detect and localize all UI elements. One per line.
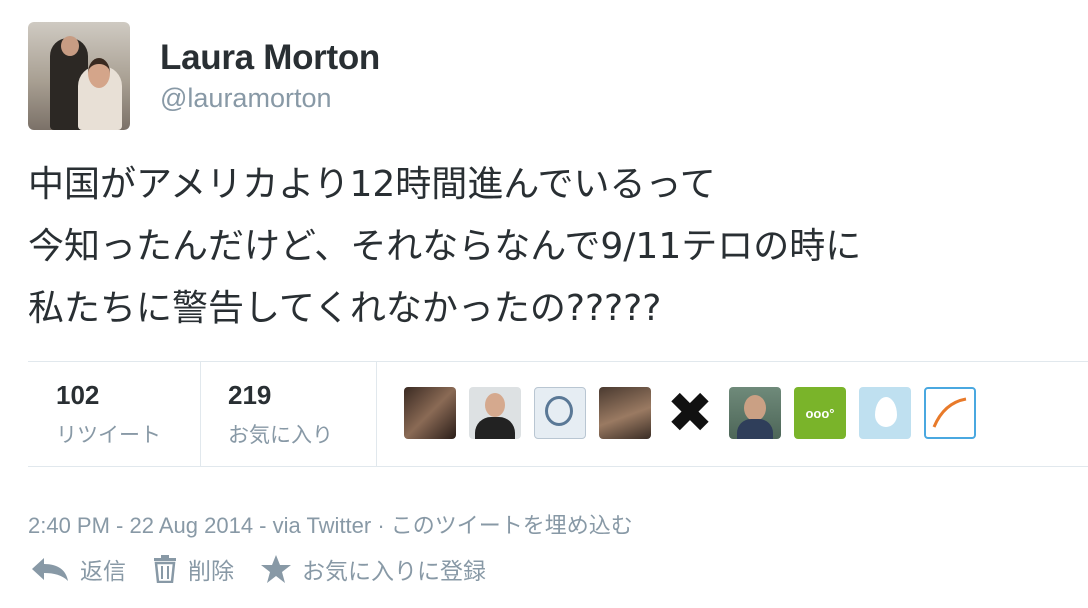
reply-label: 返信 bbox=[80, 559, 126, 585]
user-avatar-1[interactable] bbox=[404, 387, 456, 439]
favorites-label: お気に入り bbox=[228, 423, 333, 447]
egg-avatar[interactable] bbox=[859, 387, 911, 439]
retweets-count: 102 bbox=[56, 380, 100, 410]
avatar-head-right bbox=[88, 58, 110, 88]
tweet-line: 私たちに警告してくれなかったの????? bbox=[28, 288, 662, 329]
tweet-line: 今知ったんだけど、それならなんで9/11テロの時に bbox=[28, 226, 862, 267]
stats-bottom-divider bbox=[28, 466, 1088, 467]
delete-button[interactable]: 削除 bbox=[152, 552, 234, 586]
tweet-line: 中国がアメリカより12時間進んでいるって bbox=[28, 164, 716, 205]
user-avatar-3[interactable] bbox=[534, 387, 586, 439]
user-avatar-5[interactable]: ✖ bbox=[664, 387, 716, 439]
tweet-actions: 返信 削除 お気に入りに登録 bbox=[30, 552, 486, 586]
stats-separator bbox=[376, 362, 377, 466]
avatar-head-left bbox=[61, 36, 79, 56]
favorites-stat[interactable]: 219 お気に入り bbox=[228, 380, 333, 449]
retweets-label: リツイート bbox=[56, 423, 161, 447]
tweet-text: 中国がアメリカより12時間進んでいるって 今知ったんだけど、それならなんで9/1… bbox=[28, 154, 1068, 340]
delete-label: 削除 bbox=[188, 559, 234, 585]
favoriters-list: ✖ ooo° bbox=[404, 387, 976, 439]
tweet-metadata: 2:40 PM - 22 Aug 2014 - via Twitter · この… bbox=[28, 508, 633, 540]
user-avatar-4[interactable] bbox=[599, 387, 651, 439]
user-avatar-9[interactable] bbox=[924, 387, 976, 439]
favorite-button[interactable]: お気に入りに登録 bbox=[260, 552, 486, 586]
user-avatar-7[interactable]: ooo° bbox=[794, 387, 846, 439]
stats-top-divider bbox=[28, 361, 1088, 362]
user-avatar-2[interactable] bbox=[469, 387, 521, 439]
stats-separator bbox=[200, 362, 201, 466]
embed-tweet-link[interactable]: このツイートを埋め込む bbox=[391, 514, 633, 539]
retweets-stat[interactable]: 102 リツイート bbox=[56, 380, 161, 449]
reply-icon bbox=[32, 558, 68, 581]
reply-button[interactable]: 返信 bbox=[30, 552, 126, 586]
author-handle[interactable]: @lauramorton bbox=[160, 83, 331, 114]
star-icon bbox=[261, 555, 291, 583]
meta-separator: · bbox=[371, 513, 391, 538]
author-name[interactable]: Laura Morton bbox=[160, 38, 380, 78]
trash-icon bbox=[154, 555, 176, 583]
favorite-label: お気に入りに登録 bbox=[302, 559, 486, 585]
profile-avatar[interactable] bbox=[28, 22, 130, 130]
tweet-timestamp[interactable]: 2:40 PM - 22 Aug 2014 - via Twitter bbox=[28, 513, 371, 538]
favorites-count: 219 bbox=[228, 380, 272, 410]
user-avatar-6[interactable] bbox=[729, 387, 781, 439]
